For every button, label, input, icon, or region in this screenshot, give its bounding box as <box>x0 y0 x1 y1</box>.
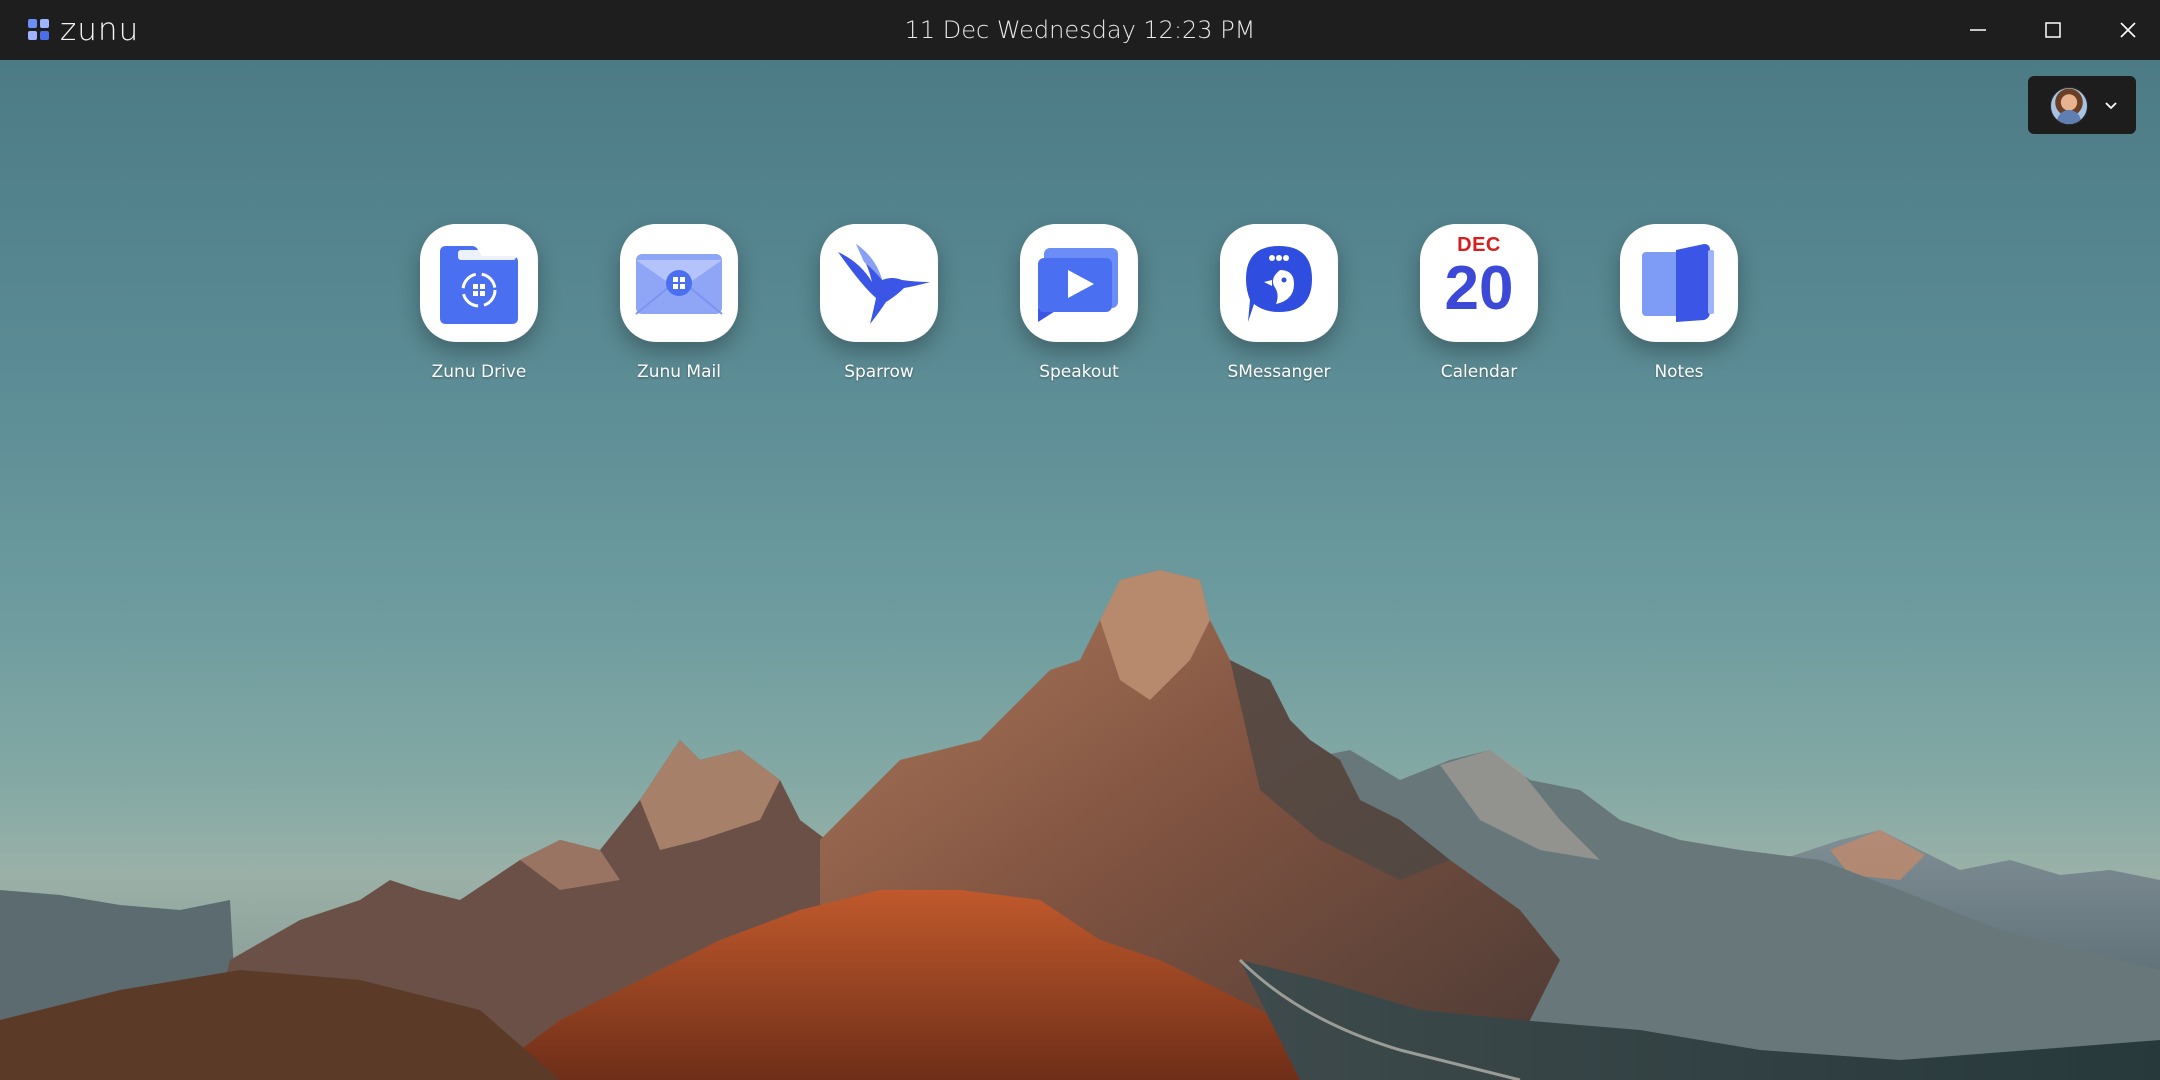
brand-name: zunu <box>60 12 140 48</box>
app-speakout[interactable]: Speakout <box>999 224 1159 382</box>
minimize-button[interactable] <box>1958 10 1998 50</box>
user-avatar-icon <box>2050 87 2088 125</box>
maximize-icon <box>2045 22 2061 38</box>
chat-bird-icon <box>1220 224 1338 342</box>
maximize-button[interactable] <box>2033 10 2073 50</box>
app-label: Calendar <box>1440 362 1518 382</box>
close-button[interactable] <box>2108 10 2148 50</box>
minimize-icon <box>1970 29 1986 31</box>
close-icon <box>2120 22 2136 38</box>
folder-sync-icon <box>420 224 538 342</box>
zunu-logo-icon <box>28 19 50 41</box>
app-label: Sparrow <box>844 362 914 382</box>
calendar-day: 20 <box>1444 254 1514 323</box>
brand: zunu <box>28 14 139 46</box>
app-zunu-drive[interactable]: Zunu Drive <box>399 224 559 382</box>
calendar-icon: DEC 20 <box>1420 224 1538 342</box>
app-label: SMessanger <box>1227 362 1331 382</box>
app-smessanger[interactable]: SMessanger <box>1199 224 1359 382</box>
app-sparrow[interactable]: Sparrow <box>799 224 959 382</box>
datetime: 11 Dec Wednesday 12:23 PM <box>904 16 1256 44</box>
mountain-wallpaper <box>0 60 2160 1080</box>
envelope-icon <box>620 224 738 342</box>
app-calendar[interactable]: DEC 20 Calendar <box>1399 224 1559 382</box>
app-label: Notes <box>1654 362 1704 382</box>
app-label: Zunu Mail <box>637 362 721 382</box>
title-bar: zunu 11 Dec Wednesday 12:23 PM <box>0 0 2160 60</box>
chevron-down-icon <box>2105 102 2117 110</box>
app-label: Zunu Drive <box>431 362 527 382</box>
notebook-icon <box>1620 224 1738 342</box>
account-menu-button[interactable] <box>2028 76 2136 134</box>
play-presentation-icon <box>1020 224 1138 342</box>
app-notes[interactable]: Notes <box>1599 224 1759 382</box>
app-label: Speakout <box>1039 362 1119 382</box>
hummingbird-icon <box>820 224 938 342</box>
app-zunu-mail[interactable]: Zunu Mail <box>599 224 759 382</box>
